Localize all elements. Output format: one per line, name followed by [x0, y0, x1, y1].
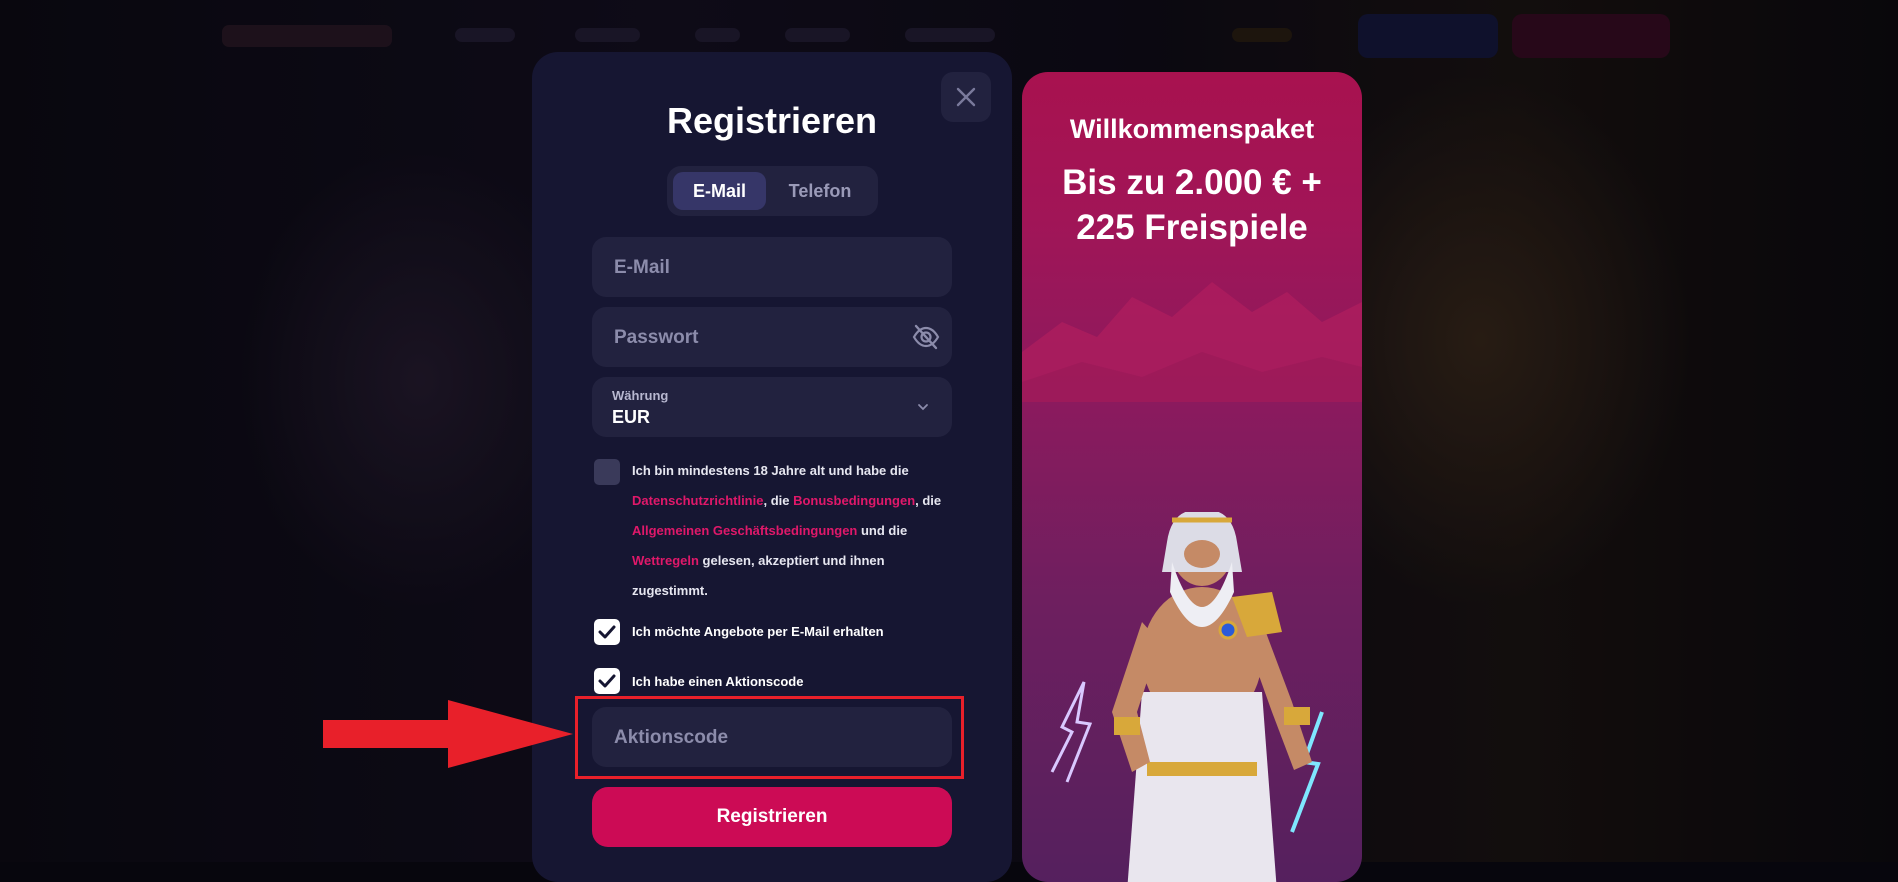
modal-title: Registrieren [666, 100, 878, 141]
newsletter-checkbox[interactable] [594, 619, 620, 645]
gtc-link[interactable]: Allgemeinen Geschäftsbedingungen [632, 523, 857, 538]
email-field[interactable] [612, 237, 916, 299]
highlight-box [575, 696, 964, 779]
welcome-bonus-panel: Willkommenspaket Bis zu 2.000 € + 225 Fr… [1022, 72, 1362, 882]
terms-text-part: , die [763, 493, 794, 508]
zeus-illustration [1050, 512, 1324, 882]
mountain-background [1022, 282, 1362, 402]
promo-title: Willkommenspaket [1069, 114, 1315, 144]
promo-code-toggle-label: Ich habe einen Aktionscode [632, 674, 804, 689]
betting-rules-link[interactable]: Wettregeln [632, 553, 699, 568]
arrow-icon [323, 700, 573, 768]
privacy-policy-link[interactable]: Datenschutzrichtlinie [632, 493, 763, 508]
promo-code-checkbox[interactable] [594, 668, 620, 694]
terms-text-part: und die [857, 523, 908, 538]
newsletter-label: Ich möchte Angebote per E-Mail erhalten [632, 624, 884, 639]
email-field-wrapper [592, 237, 952, 299]
bonus-terms-link[interactable]: Bonusbedingungen [793, 493, 915, 508]
signup-method-tabs: E-Mail Telefon [667, 166, 878, 216]
password-field[interactable] [612, 307, 916, 369]
password-field-wrapper [592, 307, 952, 369]
currency-label: Währung [612, 388, 669, 403]
currency-select[interactable]: Währung EUR [592, 377, 952, 437]
checkmark-icon [598, 674, 616, 688]
register-button[interactable]: Registrieren [592, 787, 952, 847]
terms-text: Ich bin mindestens 18 Jahre alt und habe… [632, 456, 957, 606]
promo-offer: Bis zu 2.000 € + 225 Freispiele [1062, 163, 1322, 247]
checkmark-icon [598, 625, 616, 639]
tab-phone[interactable]: Telefon [768, 172, 872, 210]
terms-text-part: , die [915, 493, 942, 508]
eye-off-icon[interactable] [912, 324, 940, 355]
chevron-down-icon [916, 399, 930, 417]
tab-email[interactable]: E-Mail [673, 172, 766, 210]
terms-text-part: Ich bin mindestens 18 Jahre alt und habe… [632, 463, 909, 478]
currency-value: EUR [612, 407, 651, 427]
terms-checkbox[interactable] [594, 459, 620, 485]
